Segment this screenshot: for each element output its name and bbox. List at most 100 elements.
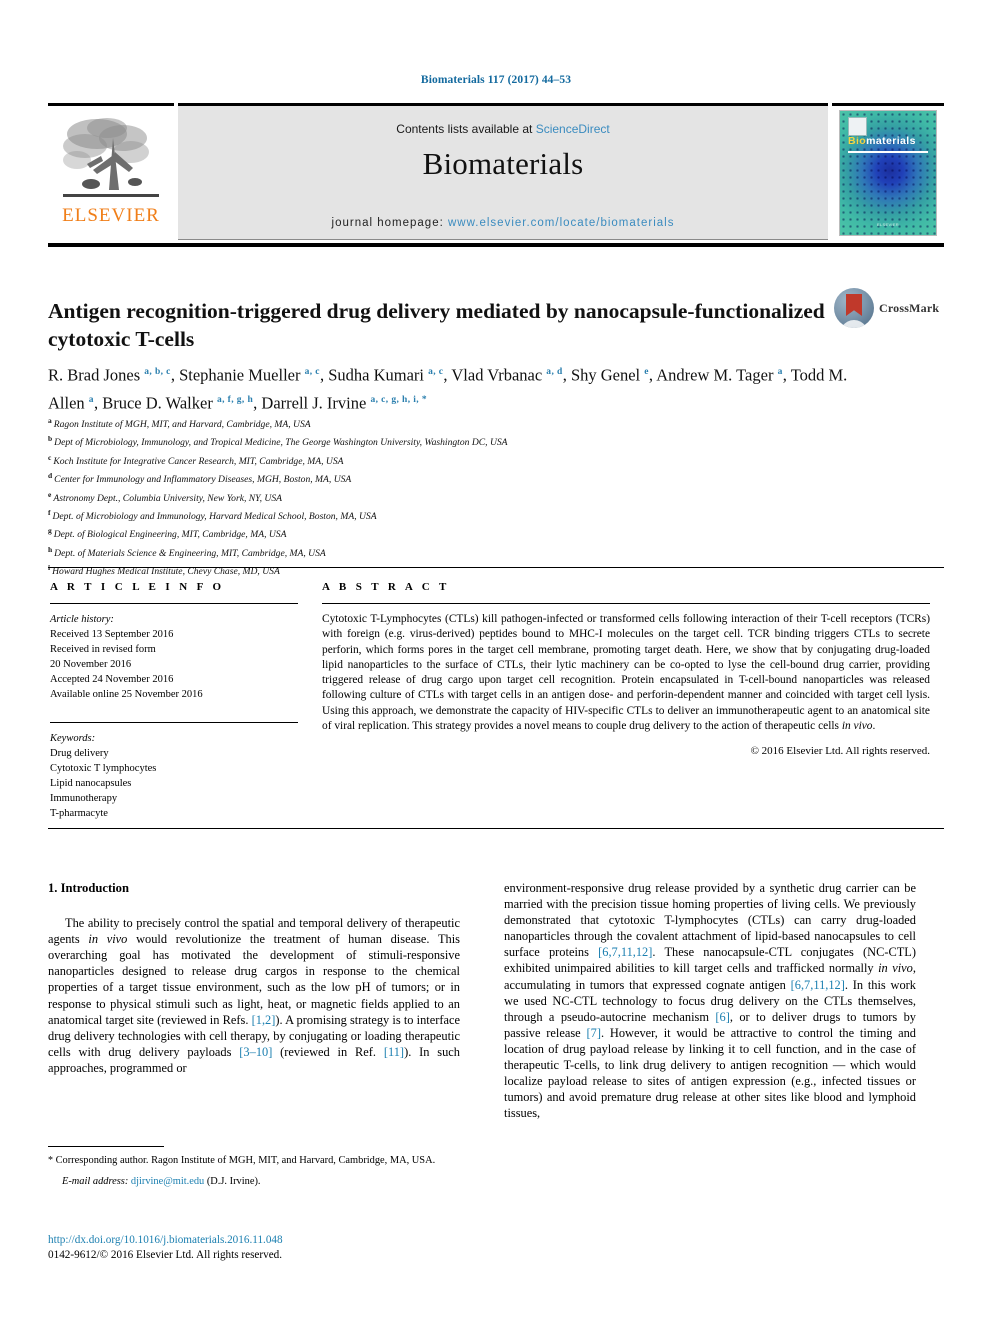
article-history-item: Accepted 24 November 2016 bbox=[50, 674, 174, 685]
author-affiliation-marks: a, f, g, h bbox=[216, 394, 254, 405]
running-head: Biomaterials 117 (2017) 44–53 bbox=[420, 74, 572, 86]
info-divider-top bbox=[48, 567, 944, 568]
affiliation-item: c Koch Institute for Integrative Cancer R… bbox=[48, 452, 344, 467]
affiliation-mark: a bbox=[48, 416, 52, 425]
citation-ref[interactable]: [1,2] bbox=[252, 1013, 276, 1027]
article-history-item: 20 November 2016 bbox=[50, 659, 132, 670]
article-history-item: Received in revised form bbox=[50, 644, 156, 655]
article-history-lines: Received 13 September 2016 Received in re… bbox=[50, 627, 298, 702]
abstract-rule bbox=[322, 603, 930, 604]
footnote-text: * Corresponding author. Ragon Institute … bbox=[48, 1154, 460, 1168]
journal-cover-block: Biomaterials ELSEVIER bbox=[832, 103, 944, 240]
citation-ref[interactable]: [11] bbox=[384, 1045, 404, 1059]
affiliation-list: a Ragon Institute of MGH, MIT, and Harvar… bbox=[48, 414, 928, 580]
journal-masthead: ELSEVIER Contents lists available at Sci… bbox=[48, 103, 944, 240]
affiliation-mark: b bbox=[48, 434, 53, 444]
keywords-label: Keywords: bbox=[50, 733, 96, 744]
author-name[interactable]: Darrell J. Irvine bbox=[261, 393, 370, 412]
keywords-rule bbox=[50, 722, 298, 723]
publisher-block: ELSEVIER bbox=[48, 103, 174, 240]
email-link[interactable]: djirvine@mit.edu bbox=[131, 1176, 204, 1187]
author-affiliation-marks: e bbox=[644, 367, 649, 377]
section-heading-introduction: 1. Introduction bbox=[48, 881, 129, 895]
abstract-text: Cytotoxic T-Lymphocytes (CTLs) kill path… bbox=[322, 613, 930, 733]
article-history-item: Available online 25 November 2016 bbox=[50, 689, 203, 700]
contents-prefix: Contents lists available at bbox=[396, 122, 536, 136]
keyword-item: Drug delivery bbox=[50, 748, 109, 759]
citation-ref[interactable]: [7] bbox=[587, 1026, 601, 1040]
keyword-item: Lipid nanocapsules bbox=[50, 778, 132, 789]
citation-ref[interactable]: [6,7,11,12] bbox=[598, 945, 652, 959]
abstract-copyright: © 2016 Elsevier Ltd. All rights reserved… bbox=[750, 745, 930, 758]
crossmark-label: CrossMark bbox=[879, 300, 940, 315]
author-affiliation-marks: a, d bbox=[546, 367, 563, 377]
author-affiliation-marks: a bbox=[88, 394, 94, 405]
author-affiliation-marks: a, c bbox=[428, 367, 444, 377]
corresponding-author-footnote: * Corresponding author. Ragon Institute … bbox=[48, 1146, 460, 1189]
author-name[interactable]: Stephanie Mueller bbox=[179, 366, 305, 385]
keyword-lines: Drug delivery Cytotoxic T lymphocytes Lipi… bbox=[50, 746, 298, 821]
body-column-right: environment-responsive drug release prov… bbox=[504, 880, 916, 1121]
affiliation-item: e Astronomy Dept., Columbia University, N… bbox=[48, 489, 283, 504]
author-name[interactable]: Sudha Kumari bbox=[328, 366, 428, 385]
italic-in-vivo: in vivo bbox=[88, 932, 128, 947]
author-name[interactable]: Bruce D. Walker bbox=[102, 393, 217, 412]
sciencedirect-link[interactable]: ScienceDirect bbox=[536, 122, 610, 136]
doi-link[interactable]: http://dx.doi.org/10.1016/j.biomaterials… bbox=[48, 1233, 460, 1248]
citation-ref[interactable]: [3–10] bbox=[239, 1045, 272, 1059]
cover-title: Biomaterials bbox=[848, 135, 916, 147]
affiliation-item: d Center for Immunology and Inflammatory … bbox=[48, 471, 352, 486]
masthead-center: Contents lists available at ScienceDirec… bbox=[178, 103, 828, 240]
elsevier-wordmark: ELSEVIER bbox=[62, 205, 160, 226]
affiliation-mark: g bbox=[48, 526, 52, 536]
article-history-item: Received 13 September 2016 bbox=[50, 629, 174, 640]
email-label: E-mail address: bbox=[62, 1175, 129, 1187]
doi-block: http://dx.doi.org/10.1016/j.biomaterials… bbox=[48, 1233, 460, 1263]
author-affiliation-marks: a bbox=[777, 367, 783, 377]
article-history-label: Article history: bbox=[50, 614, 114, 625]
author-affiliation-marks: a, b, c bbox=[144, 367, 171, 377]
crossmark-badge[interactable]: CrossMark bbox=[834, 288, 939, 328]
abstract-heading: A B S T R A C T bbox=[322, 581, 450, 593]
cover-badge-icon bbox=[848, 117, 867, 136]
italic-in-vivo: in vivo bbox=[878, 961, 913, 976]
citation-ref[interactable]: [6,7,11,12] bbox=[791, 978, 845, 992]
issn-copyright-line: 0142-9612/© 2016 Elsevier Ltd. All right… bbox=[48, 1249, 283, 1261]
keyword-item: Cytotoxic T lymphocytes bbox=[50, 763, 157, 774]
affiliation-item: b Dept of Microbiology, Immunology, and T… bbox=[48, 434, 508, 449]
journal-title: Biomaterials bbox=[422, 146, 584, 181]
citation-ref[interactable]: [6] bbox=[715, 1010, 729, 1024]
affiliation-mark: c bbox=[48, 452, 52, 462]
author-name[interactable]: Andrew M. Tager bbox=[656, 366, 777, 385]
title-divider bbox=[48, 243, 944, 247]
intro-paragraph-right: environment-responsive drug release prov… bbox=[504, 881, 916, 1121]
keyword-item: T-pharmacyte bbox=[50, 808, 108, 819]
abstract-column: A B S T R A C T Cytotoxic T-Lymphocytes … bbox=[322, 581, 930, 757]
author-name[interactable]: R. Brad Jones bbox=[48, 366, 144, 385]
keyword-item: Immunotherapy bbox=[50, 793, 118, 804]
affiliation-mark: h bbox=[48, 544, 53, 554]
article-info-heading: A R T I C L E I N F O bbox=[50, 581, 225, 593]
affiliation-item: a Ragon Institute of MGH, MIT, and Harvar… bbox=[48, 416, 311, 431]
journal-homepage-link[interactable]: www.elsevier.com/locate/biomaterials bbox=[448, 217, 674, 229]
journal-cover-thumbnail: Biomaterials ELSEVIER bbox=[839, 110, 937, 236]
article-info-rule bbox=[50, 603, 298, 604]
author-name[interactable]: Vlad Vrbanac bbox=[451, 366, 546, 385]
cover-rule bbox=[848, 151, 928, 153]
affiliation-mark: e bbox=[48, 489, 52, 499]
homepage-prefix: journal homepage: bbox=[331, 217, 448, 229]
author-name[interactable]: Shy Genel bbox=[571, 366, 644, 385]
affiliation-item: h Dept. of Materials Science & Engineerin… bbox=[48, 544, 326, 559]
article-page: Biomaterials 117 (2017) 44–53 ELSEVIER C… bbox=[0, 0, 992, 1323]
cover-footer-text: ELSEVIER bbox=[877, 222, 899, 227]
footnote-body: Corresponding author. Ragon Institute of… bbox=[53, 1155, 436, 1166]
info-divider-bottom bbox=[48, 828, 944, 829]
affiliation-mark: d bbox=[48, 471, 53, 481]
email-suffix: (D.J. Irvine). bbox=[204, 1175, 261, 1187]
cover-title-bio: Bio bbox=[848, 135, 867, 147]
affiliation-item: f Dept. of Microbiology and Immunology, H… bbox=[48, 507, 377, 523]
crossmark-icon bbox=[834, 288, 874, 328]
affiliation-item: iHoward Hughes Medical Institute, Chevy … bbox=[48, 561, 928, 579]
author-affiliation-marks: a, c bbox=[304, 367, 320, 377]
